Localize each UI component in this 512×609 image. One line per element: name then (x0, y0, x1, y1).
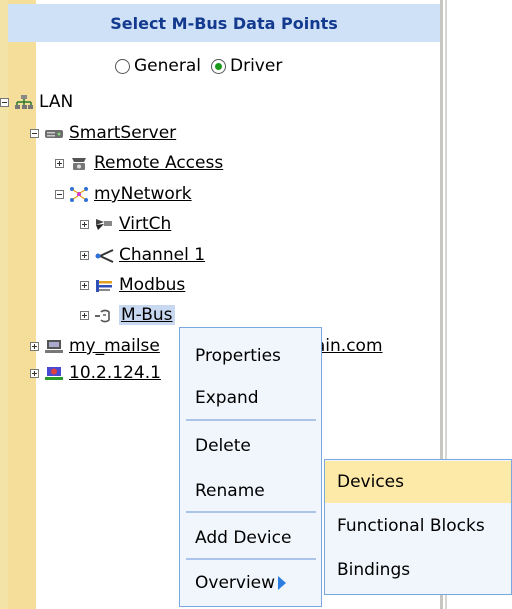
expand-toggle[interactable] (80, 219, 89, 229)
lan-network-icon (14, 94, 34, 111)
expand-toggle[interactable] (80, 280, 89, 290)
telephone-icon (69, 155, 89, 172)
driver-radio[interactable] (211, 58, 226, 74)
menu-item-add-device[interactable]: Add Device (180, 519, 321, 557)
mbus-connector-icon (94, 307, 114, 324)
menu-separator (186, 558, 316, 560)
modbus-icon (94, 277, 114, 294)
expand-toggle[interactable] (80, 250, 89, 260)
driver-radio-label[interactable]: Driver (230, 56, 282, 76)
tree-node-ip-host[interactable]: 10.2.124.1 (30, 362, 161, 384)
tree-node-modbus[interactable]: Modbus (80, 274, 185, 296)
general-radio[interactable] (115, 58, 130, 74)
expand-toggle[interactable] (55, 158, 64, 168)
tree-label-virtch[interactable]: VirtCh (119, 214, 171, 234)
menu-item-delete[interactable]: Delete (180, 427, 321, 465)
tree-label-smartserver[interactable]: SmartServer (69, 123, 176, 143)
channel-icon (94, 247, 114, 264)
overview-submenu: Devices Functional Blocks Bindings (324, 459, 512, 595)
tree-node-lan[interactable]: LAN (0, 91, 73, 113)
submenu-item-functional-blocks[interactable]: Functional Blocks (325, 505, 511, 547)
menu-item-overview[interactable]: Overview (180, 564, 321, 602)
expand-toggle[interactable] (30, 341, 39, 351)
general-radio-label[interactable]: General (134, 56, 201, 76)
expand-toggle[interactable] (30, 368, 39, 378)
host-computer-icon (44, 365, 64, 382)
tree-label-modbus[interactable]: Modbus (119, 275, 185, 295)
collapse-toggle[interactable] (30, 128, 39, 138)
server-icon (44, 125, 64, 142)
tree-label-mynetwork[interactable]: myNetwork (94, 184, 192, 204)
network-icon (69, 186, 89, 203)
submenu-arrow-icon (278, 576, 287, 590)
panel-header: Select M-Bus Data Points (8, 4, 440, 42)
menu-separator (186, 511, 316, 513)
menu-item-expand[interactable]: Expand (180, 379, 321, 417)
collapse-toggle[interactable] (55, 189, 64, 199)
tree-node-mynetwork[interactable]: myNetwork (55, 183, 192, 205)
tree-label-mbus[interactable]: M-Bus (119, 305, 175, 325)
expand-toggle[interactable] (80, 310, 89, 320)
tree-label-channel-1[interactable]: Channel 1 (119, 245, 205, 265)
menu-item-overview-label: Overview (195, 573, 276, 593)
mode-radio-group: General Driver (115, 56, 292, 76)
context-menu: Properties Expand Delete Rename Add Devi… (179, 327, 322, 607)
tree-node-virtch[interactable]: VirtCh (80, 213, 171, 235)
submenu-item-bindings[interactable]: Bindings (325, 549, 511, 591)
tree-label-remote-access[interactable]: Remote Access (94, 153, 223, 173)
tree-node-channel-1[interactable]: Channel 1 (80, 244, 205, 266)
tree-label-mailserver-suffix[interactable]: ain.com (315, 336, 383, 356)
tree-label-lan: LAN (39, 92, 74, 112)
tree-node-mbus[interactable]: M-Bus (80, 304, 175, 326)
tree-label-ip-host[interactable]: 10.2.124.1 (69, 363, 161, 383)
menu-item-properties[interactable]: Properties (180, 337, 321, 375)
collapse-toggle[interactable] (0, 97, 9, 107)
submenu-item-devices[interactable]: Devices (325, 461, 511, 503)
menu-item-rename[interactable]: Rename (180, 472, 321, 510)
tree-label-mailserver-prefix[interactable]: my_mailse (69, 336, 160, 356)
tree-node-remote-access[interactable]: Remote Access (55, 152, 223, 174)
virtual-channel-icon (94, 216, 114, 233)
computer-icon (44, 338, 64, 355)
menu-separator (186, 419, 316, 421)
tree-node-smartserver[interactable]: SmartServer (30, 122, 176, 144)
